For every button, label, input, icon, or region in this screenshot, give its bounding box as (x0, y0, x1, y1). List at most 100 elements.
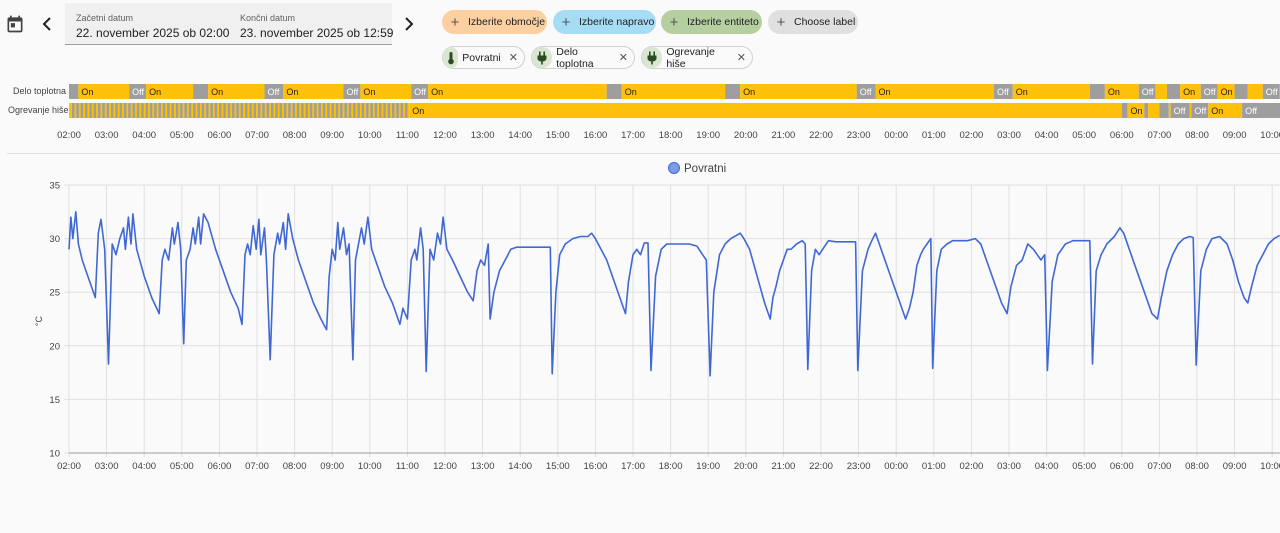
start-date-field[interactable]: Začetni datum 22. november 2025 ob 02:00 (65, 3, 229, 45)
timeline-segment (309, 103, 313, 118)
timeline-tick-label: 05:00 (170, 130, 194, 141)
timeline-tick-label: 04:00 (132, 130, 156, 141)
timeline-segment (253, 103, 257, 118)
timeline-tick-label: 08:00 (1185, 130, 1209, 141)
calendar-icon[interactable] (5, 14, 25, 34)
timeline-segment (136, 103, 140, 118)
timeline-segment (141, 103, 144, 118)
x-tick-label: 04:00 (1035, 461, 1059, 472)
x-tick-label: 07:00 (1148, 461, 1172, 472)
timeline-segment (1121, 103, 1128, 118)
chip-delo-toplotna[interactable]: Delo toplotna ✕ (531, 45, 635, 70)
timeline-segment (279, 103, 283, 118)
chip-ogrevanje-hise[interactable]: Ogrevanje hiše ✕ (641, 45, 753, 70)
timeline-tick-label: 21:00 (772, 130, 796, 141)
plug-icon (642, 47, 663, 68)
timeline-segment (262, 103, 265, 118)
close-icon[interactable]: ✕ (509, 51, 518, 64)
chip-label: Ogrevanje hiše (666, 45, 715, 70)
timeline-state-label: On (286, 87, 298, 97)
timeline-segment (366, 103, 369, 118)
label-picker-button[interactable]: + Choose label (768, 10, 858, 34)
x-tick-label: 20:00 (734, 461, 758, 472)
timeline-segment (283, 103, 287, 118)
timeline-segment (76, 103, 79, 118)
timeline-segment (404, 103, 408, 118)
timeline-segment (1148, 103, 1160, 118)
x-tick-label: 09:00 (1223, 461, 1247, 472)
timeline-state-label: On (1108, 87, 1120, 97)
timeline-segment (322, 103, 326, 118)
start-date-value: 22. november 2025 ob 02:00 (76, 26, 230, 40)
close-icon[interactable]: ✕ (619, 51, 628, 64)
timeline-segment (244, 103, 248, 118)
x-tick-label: 16:00 (584, 461, 608, 472)
timeline-state-label: On (431, 87, 443, 97)
timeline-state-label: On (211, 87, 223, 97)
timeline-segment (348, 103, 352, 118)
timeline-segment (270, 103, 274, 118)
timeline-segment (361, 103, 365, 118)
timeline-segment (236, 103, 239, 118)
close-icon[interactable]: ✕ (737, 51, 746, 64)
entity-picker-button[interactable]: + Izberite entiteto (661, 10, 762, 34)
timeline-segment (115, 103, 118, 118)
timeline-state-label: Off (1245, 106, 1257, 116)
timeline-state-label: On (1130, 106, 1142, 116)
timeline-tick-label: 09:00 (1223, 130, 1247, 141)
area-picker-button[interactable]: + Izberite območje (442, 10, 547, 34)
timeline-state-label: On (363, 87, 375, 97)
timeline-segment (240, 103, 244, 118)
x-tick-label: 19:00 (696, 461, 720, 472)
timeline-tick-label: 06:00 (208, 130, 232, 141)
timeline-segment (305, 103, 309, 118)
timeline-segment (158, 103, 161, 118)
chip-label: Delo toplotna (556, 45, 594, 70)
chevron-right-icon[interactable] (402, 14, 420, 34)
x-tick-label: 18:00 (659, 461, 683, 472)
x-tick-label: 05:00 (170, 461, 194, 472)
y-tick-label: 10 (49, 449, 60, 460)
x-tick-label: 23:00 (847, 461, 871, 472)
timeline-tick-label: 17:00 (621, 130, 645, 141)
x-tick-label: 11:00 (396, 461, 419, 472)
timeline-segment (102, 103, 105, 118)
timeline-tick-label: 15:00 (546, 130, 570, 141)
end-date-label: Končni datum (240, 13, 296, 23)
timeline-tick-label: 00:00 (884, 130, 908, 141)
device-picker-button[interactable]: + Izberite napravo (553, 10, 656, 34)
timeline-segment (214, 103, 218, 118)
timeline-state-label: Off (132, 87, 144, 97)
timeline-tick-label: 22:00 (809, 130, 833, 141)
chevron-left-icon[interactable] (40, 14, 58, 34)
timeline-state-label: On (1183, 87, 1195, 97)
x-tick-label: 10:00 (1260, 461, 1280, 472)
x-tick-label: 04:00 (132, 461, 156, 472)
timeline-segment (606, 84, 622, 99)
timeline-segment (327, 103, 330, 118)
timeline-tick-label: 07:00 (245, 130, 269, 141)
end-date-field[interactable]: Končni datum 23. november 2025 ob 12:59 (229, 3, 393, 45)
timeline-segment (84, 103, 88, 118)
toolbar: Začetni datum 22. november 2025 ob 02:00… (0, 0, 1280, 78)
timeline-segment (206, 103, 209, 118)
entity-picker-label: Izberite entiteto (687, 16, 759, 28)
x-tick-label: 03:00 (997, 461, 1021, 472)
timeline-segment (344, 103, 347, 118)
series-line-povratni (68, 210, 1280, 377)
timeline-segment (400, 103, 404, 118)
timeline-segment (184, 103, 187, 118)
timeline-state-label: Off (346, 87, 358, 97)
x-tick-label: 02:00 (960, 461, 984, 472)
chip-povratni[interactable]: Povratni ✕ (442, 46, 525, 69)
timeline-state-label: On (879, 87, 891, 97)
x-tick-label: 17:00 (621, 461, 645, 472)
plus-icon: + (450, 13, 460, 31)
timeline-segment (119, 103, 123, 118)
x-tick-label: 08:00 (1185, 461, 1209, 472)
y-tick-label: 15 (49, 395, 60, 406)
timeline-segment (1166, 84, 1181, 99)
timeline-segment (740, 84, 857, 99)
plus-icon: + (776, 13, 786, 31)
timeline-segment (301, 103, 304, 118)
